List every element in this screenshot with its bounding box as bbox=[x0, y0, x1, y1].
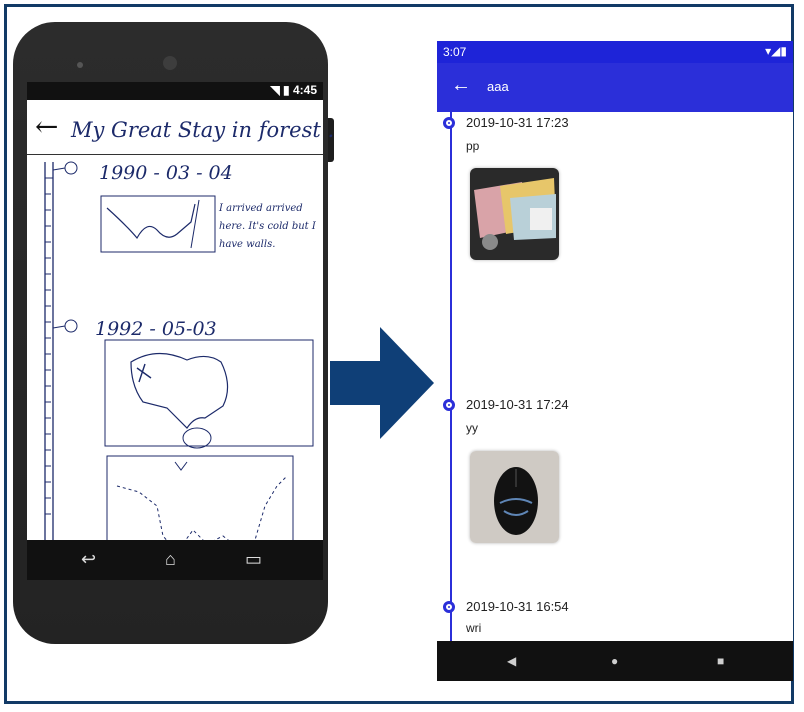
sketch-entry-note-1: I arrived arrived here. It's cold but I … bbox=[219, 203, 316, 250]
status-bar: 3:07 ▾◢▮ bbox=[437, 41, 793, 63]
speaker-dot bbox=[77, 62, 83, 68]
sketch-content: 1990 - 03 - 04 I arrived arrived here. I… bbox=[27, 156, 323, 587]
app-toolbar: ← aaa bbox=[437, 63, 793, 112]
timeline-line bbox=[450, 112, 452, 642]
app-screen: 3:07 ▾◢▮ ← aaa 2019-10-31 17:23 pp 2019-… bbox=[437, 41, 793, 681]
navigation-bar: ◀ ● ■ bbox=[437, 641, 793, 681]
entry-photo-banknotes[interactable] bbox=[470, 168, 559, 260]
entry-photo-mouse[interactable] bbox=[470, 451, 559, 543]
banknotes-photo bbox=[470, 168, 559, 260]
entry-date: 2019-10-31 17:23 bbox=[466, 115, 569, 130]
sketch-title: My Great Stay in forest . bbox=[71, 118, 335, 142]
sketch-entry-date-2: 1992 - 05-03 bbox=[95, 318, 217, 340]
mouse-photo bbox=[470, 451, 559, 543]
back-arrow-icon[interactable]: ← bbox=[451, 74, 471, 97]
entry-date: 2019-10-31 17:24 bbox=[466, 397, 569, 412]
timeline-node[interactable] bbox=[443, 117, 455, 129]
sketch-screen: ◥ ▮ 4:45 ← My Great Stay in forest . 199… bbox=[27, 82, 334, 587]
back-arrow-icon[interactable]: ← bbox=[35, 110, 58, 143]
signal-icon: ◥ ▮ bbox=[270, 83, 293, 97]
nav-recents-icon[interactable]: ■ bbox=[717, 654, 724, 668]
entry-date: 2019-10-31 16:54 bbox=[466, 599, 569, 614]
timeline-node[interactable] bbox=[443, 399, 455, 411]
nav-recents-icon[interactable]: ▭ bbox=[245, 549, 262, 570]
camera bbox=[163, 56, 177, 70]
nav-home-icon[interactable]: ⌂ bbox=[165, 549, 176, 570]
sketch-phone: ◥ ▮ 4:45 ← My Great Stay in forest . 199… bbox=[13, 22, 334, 644]
nav-back-icon[interactable]: ◀ bbox=[507, 654, 516, 668]
nav-back-icon[interactable]: ↩ bbox=[81, 549, 96, 570]
entry-text: pp bbox=[466, 139, 480, 153]
status-bar: ◥ ▮ 4:45 bbox=[27, 82, 323, 100]
status-time: ◥ ▮ 4:45 bbox=[270, 83, 317, 97]
sketch-nav-bar: ↩ ⌂ ▭ bbox=[27, 540, 323, 580]
transition-arrow bbox=[330, 327, 434, 439]
toolbar-title: aaa bbox=[487, 79, 509, 94]
timeline-node[interactable] bbox=[443, 601, 455, 613]
nav-home-icon[interactable]: ● bbox=[611, 654, 618, 668]
sketch-entry-date-1: 1990 - 03 - 04 bbox=[99, 162, 233, 184]
sketch-app-bar: ← My Great Stay in forest . bbox=[27, 100, 334, 155]
status-time: 3:07 bbox=[443, 45, 467, 59]
entry-text: wri bbox=[466, 621, 482, 635]
entry-text: yy bbox=[466, 421, 478, 435]
signal-battery-icon: ▾◢▮ bbox=[765, 44, 787, 58]
